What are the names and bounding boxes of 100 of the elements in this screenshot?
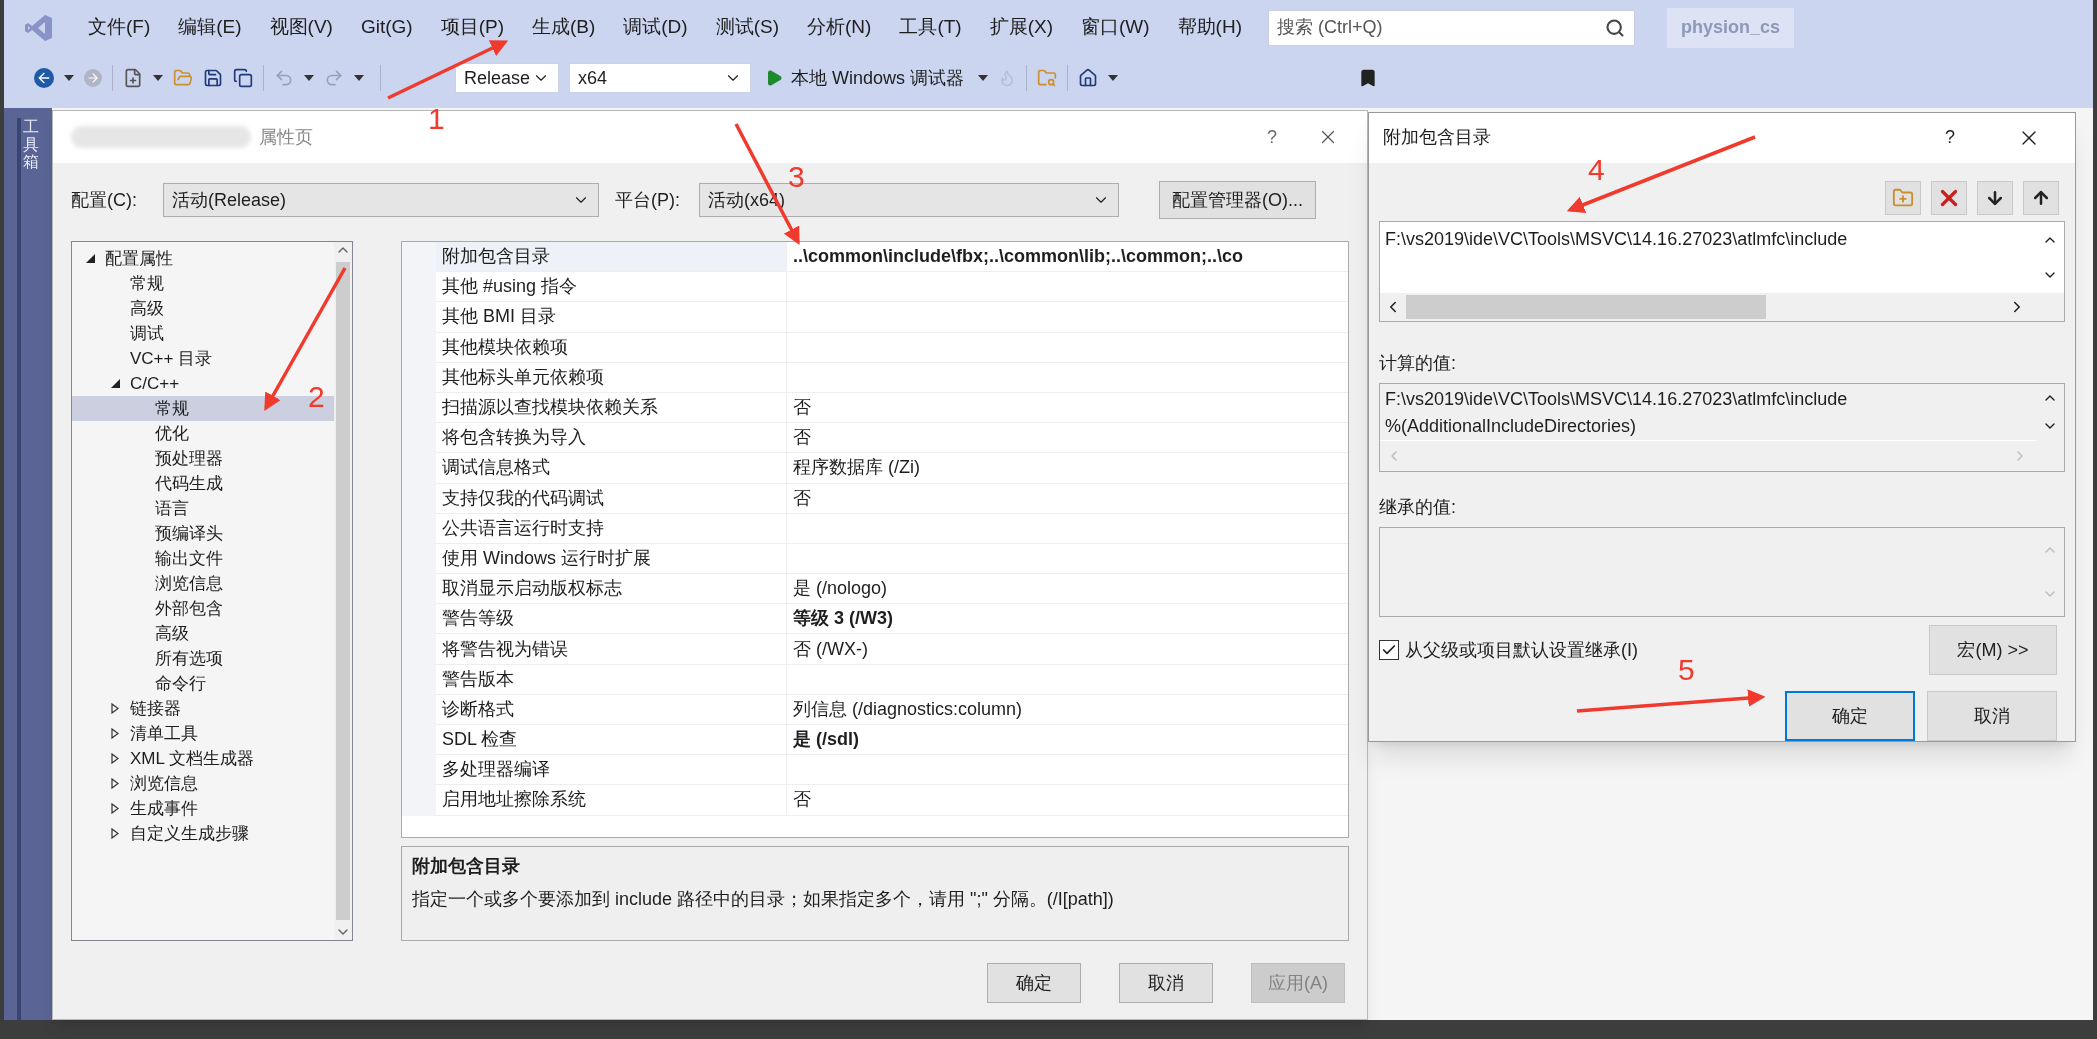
help-button[interactable]: ? [1945,124,1955,152]
property-value: 列信息 (/diagnostics:column) [793,697,1023,721]
inherit-checkbox[interactable] [1379,640,1399,660]
property-row[interactable]: 其他 BMI 目录 [402,302,1348,333]
platform-dropdown[interactable]: x64 [569,63,751,93]
help-button[interactable]: ? [1267,123,1277,151]
collapsed-triangle-icon[interactable] [111,703,119,714]
back-icon[interactable] [34,68,54,88]
property-row[interactable]: 调试信息格式 程序数据库 (/Zi) [402,453,1348,484]
property-name: 警告版本 [436,664,787,695]
tree-item[interactable]: 优化 [72,421,193,446]
menu-item[interactable]: 视图(V) [255,13,347,42]
tree-item[interactable]: 链接器 [72,696,185,721]
move-down-button[interactable] [1977,180,2013,215]
menu-item[interactable]: 测试(S) [701,13,793,42]
property-row[interactable]: 启用地址擦除系统 否 [402,785,1348,816]
menu-item[interactable]: 窗口(W) [1067,13,1164,42]
property-row[interactable]: 取消显示启动版权标志 是 (/nologo) [402,574,1348,605]
property-row[interactable]: 警告版本 [402,664,1348,695]
config-manager-button[interactable]: 配置管理器(O)... [1159,181,1316,219]
menu-item[interactable]: Git(G) [346,13,427,42]
tree-item[interactable]: 命令行 [72,671,210,696]
property-row[interactable]: 其他标头单元依赖项 [402,362,1348,393]
tree-item[interactable]: 外部包含 [72,596,227,621]
tree-item[interactable]: 高级 [72,621,193,646]
tree-item[interactable]: 浏览信息 [72,771,202,796]
scrollbar-thumb[interactable] [1406,294,1766,319]
menu-item[interactable]: 调试(D) [609,13,702,42]
configuration-dropdown[interactable]: Release [455,63,559,93]
property-row[interactable]: 诊断格式 列信息 (/diagnostics:column) [402,694,1348,725]
config-dropdown[interactable]: 活动(Release) [163,183,599,217]
property-name: 使用 Windows 运行时扩展 [436,543,787,575]
tree-item[interactable]: 生成事件 [72,796,202,821]
property-row[interactable]: SDL 检查 是 (/sdl) [402,725,1348,756]
tree-item[interactable]: 浏览信息 [72,571,227,596]
collapsed-triangle-icon[interactable] [111,803,119,814]
collapsed-triangle-icon[interactable] [111,828,119,839]
macro-button[interactable]: 宏(M) >> [1929,625,2057,675]
menu-item[interactable]: 生成(B) [517,13,610,42]
collapsed-triangle-icon[interactable] [111,728,119,739]
tree-item[interactable]: 输出文件 [72,546,227,571]
dialog-button[interactable]: 确定 [1785,691,1915,741]
property-row[interactable]: 将包含转换为导入 否 [402,423,1348,454]
scrollbar-thumb[interactable] [336,262,350,920]
save-icon[interactable] [203,68,223,88]
property-value: 否 (/WX-) [793,637,868,661]
tree-item[interactable]: XML 文档生成器 [72,746,259,771]
menu-item[interactable]: 工具(T) [885,13,976,42]
menu-item[interactable]: 编辑(E) [164,13,256,42]
property-row[interactable]: 扫描源以查找模块依赖关系 否 [402,392,1348,424]
directory-list[interactable]: F:\vs2019\ide\VC\Tools\MSVC\14.16.27023\atlmfc\include [1379,220,2065,322]
expanded-triangle-icon[interactable] [111,379,120,388]
move-up-button[interactable] [2023,180,2059,215]
directory-entry[interactable]: F:\vs2019\ide\VC\Tools\MSVC\14.16.27023\atlmfc\include [1385,225,2031,253]
property-row[interactable]: 警告等级 等级 3 (/W3) [402,604,1348,635]
tree-item[interactable]: VC++ 目录 [72,346,217,371]
property-row[interactable]: 其他模块依赖项 [402,332,1348,363]
tree-item[interactable]: C/C++ [72,371,184,396]
menu-item[interactable]: 文件(F) [74,13,165,42]
tree-item[interactable]: 清单工具 [72,721,202,746]
menu-item[interactable]: 扩展(X) [975,13,1067,42]
search-field[interactable]: 搜索 (Ctrl+Q) [1268,9,1635,46]
tree-item[interactable]: 常规 [72,271,168,296]
platform-label: 平台(P): [615,188,681,212]
start-debugger-button[interactable]: 本地 Windows 调试器 [761,64,969,92]
property-row[interactable]: 公共语言运行时支持 [402,513,1348,544]
tree-item[interactable]: 调试 [72,321,168,346]
menu-item[interactable]: 分析(N) [793,13,886,42]
property-row[interactable]: 其他 #using 指令 [402,272,1348,303]
tree-item[interactable]: 预编译头 [72,521,227,546]
property-row[interactable]: 多处理器编译 [402,755,1348,786]
property-row[interactable]: 支持仅我的代码调试 否 [402,483,1348,514]
collapsed-triangle-icon[interactable] [111,778,119,789]
menu-item[interactable]: 帮助(H) [1163,13,1256,42]
new-file-icon[interactable] [123,68,143,88]
collapsed-triangle-icon[interactable] [111,753,119,764]
property-row[interactable]: 将警告视为错误 否 (/WX-) [402,634,1348,665]
inherit-checkbox-label[interactable]: 从父级或项目默认设置继承(I) [1405,636,1638,664]
home-icon[interactable] [1078,68,1099,88]
computed-value-line: F:\vs2019\ide\VC\Tools\MSVC\14.16.27023\atlmfc\include [1385,387,1849,411]
tree-item[interactable]: 高级 [72,296,168,321]
caret-icon [354,75,364,81]
tree-item[interactable]: 配置属性 [72,246,177,271]
tree-item[interactable]: 所有选项 [72,646,227,671]
property-row[interactable]: 使用 Windows 运行时扩展 [402,543,1348,575]
property-row[interactable]: 附加包含目录 ..\common\include\fbx;..\common\lib;..\common;..\co [402,242,1348,273]
dialog-button[interactable]: 取消 [1927,691,2057,741]
tree-item[interactable]: 自定义生成步骤 [72,821,253,846]
expanded-triangle-icon[interactable] [86,254,95,263]
property-name: 其他模块依赖项 [436,332,787,363]
menu-item[interactable]: 项目(P) [426,13,518,42]
property-name: 支持仅我的代码调试 [436,483,787,514]
tree-item[interactable]: 代码生成 [72,471,227,496]
dialog-button[interactable]: 取消 [1119,963,1213,1003]
property-name: 将警告视为错误 [436,634,787,665]
dialog-button[interactable]: 确定 [987,963,1081,1003]
delete-button[interactable] [1931,180,1967,215]
folder-plus-icon [1892,186,1914,209]
tree-item[interactable]: 预处理器 [72,446,227,471]
tree-item[interactable]: 语言 [72,496,193,521]
